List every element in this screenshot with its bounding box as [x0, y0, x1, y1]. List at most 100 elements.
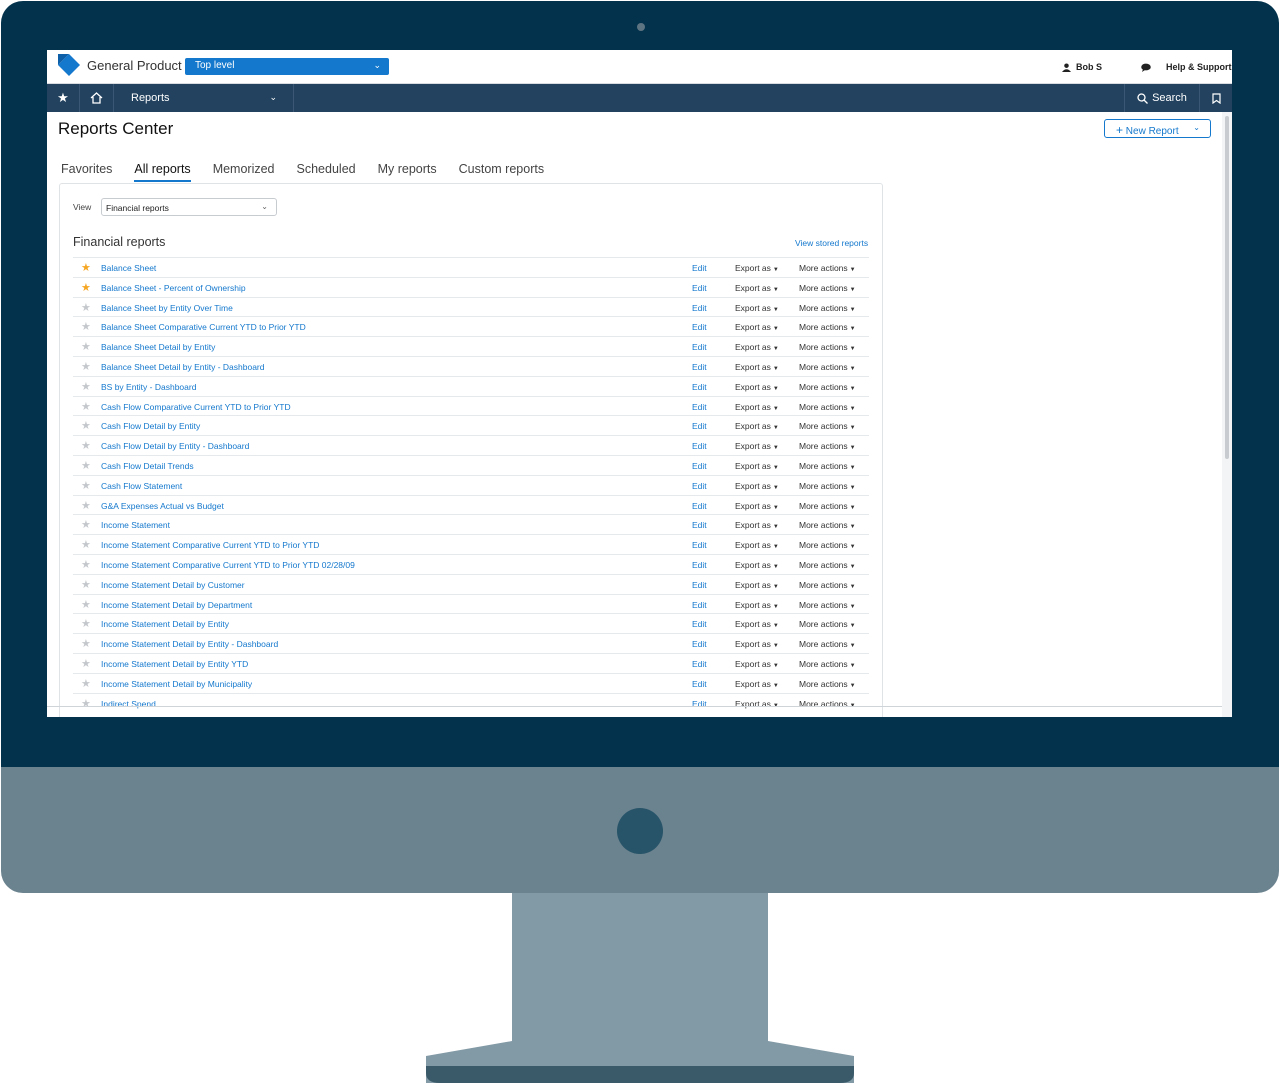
report-name-link[interactable]: Balance Sheet - Percent of Ownership [101, 283, 246, 293]
favorite-star-icon[interactable]: ★ [81, 518, 91, 531]
tab-all-reports[interactable]: All reports [134, 162, 191, 182]
report-name-link[interactable]: Income Statement Detail by Entity YTD [101, 659, 248, 669]
more-actions-menu[interactable]: More actions▼ [799, 461, 856, 471]
more-actions-menu[interactable]: More actions▼ [799, 659, 856, 669]
more-actions-menu[interactable]: More actions▼ [799, 600, 856, 610]
favorite-star-icon[interactable]: ★ [81, 400, 91, 413]
edit-link[interactable]: Edit [692, 679, 707, 689]
export-as-menu[interactable]: Export as▼ [735, 600, 779, 610]
report-name-link[interactable]: Balance Sheet Detail by Entity - Dashboa… [101, 362, 264, 372]
export-as-menu[interactable]: Export as▼ [735, 560, 779, 570]
scrollbar-thumb[interactable] [1225, 116, 1229, 459]
more-actions-menu[interactable]: More actions▼ [799, 619, 856, 629]
edit-link[interactable]: Edit [692, 481, 707, 491]
favorite-star-icon[interactable]: ★ [81, 538, 91, 551]
tab-favorites[interactable]: Favorites [61, 162, 112, 182]
edit-link[interactable]: Edit [692, 699, 707, 709]
edit-link[interactable]: Edit [692, 362, 707, 372]
edit-link[interactable]: Edit [692, 501, 707, 511]
favorite-star-icon[interactable]: ★ [81, 617, 91, 630]
export-as-menu[interactable]: Export as▼ [735, 402, 779, 412]
view-stored-reports-link[interactable]: View stored reports [795, 238, 868, 248]
report-name-link[interactable]: Income Statement [101, 520, 170, 530]
report-name-link[interactable]: BS by Entity - Dashboard [101, 382, 196, 392]
export-as-menu[interactable]: Export as▼ [735, 679, 779, 689]
edit-link[interactable]: Edit [692, 560, 707, 570]
report-name-link[interactable]: Cash Flow Comparative Current YTD to Pri… [101, 402, 291, 412]
favorite-star-icon[interactable]: ★ [81, 459, 91, 472]
more-actions-menu[interactable]: More actions▼ [799, 342, 856, 352]
export-as-menu[interactable]: Export as▼ [735, 441, 779, 451]
edit-link[interactable]: Edit [692, 263, 707, 273]
report-name-link[interactable]: Cash Flow Statement [101, 481, 182, 491]
export-as-menu[interactable]: Export as▼ [735, 619, 779, 629]
export-as-menu[interactable]: Export as▼ [735, 362, 779, 372]
vertical-scrollbar[interactable] [1222, 112, 1232, 717]
edit-link[interactable]: Edit [692, 520, 707, 530]
export-as-menu[interactable]: Export as▼ [735, 283, 779, 293]
more-actions-menu[interactable]: More actions▼ [799, 303, 856, 313]
export-as-menu[interactable]: Export as▼ [735, 580, 779, 590]
favorite-star-icon[interactable]: ★ [81, 360, 91, 373]
favorite-star-icon[interactable]: ★ [81, 301, 91, 314]
favorite-star-icon[interactable]: ★ [81, 697, 91, 710]
edit-link[interactable]: Edit [692, 382, 707, 392]
favorite-star-icon[interactable]: ★ [81, 677, 91, 690]
export-as-menu[interactable]: Export as▼ [735, 322, 779, 332]
tab-custom-reports[interactable]: Custom reports [459, 162, 544, 182]
help-support-link[interactable]: Help & Support [1141, 62, 1232, 72]
tab-my-reports[interactable]: My reports [378, 162, 437, 182]
favorite-star-icon[interactable]: ★ [81, 637, 91, 650]
edit-link[interactable]: Edit [692, 540, 707, 550]
favorites-nav-button[interactable]: ★ [47, 84, 80, 112]
more-actions-menu[interactable]: More actions▼ [799, 481, 856, 491]
favorite-star-icon[interactable]: ★ [81, 380, 91, 393]
report-name-link[interactable]: Income Statement Detail by Municipality [101, 679, 252, 689]
favorite-star-icon[interactable]: ★ [81, 439, 91, 452]
favorite-star-icon[interactable]: ★ [81, 657, 91, 670]
report-name-link[interactable]: Cash Flow Detail by Entity - Dashboard [101, 441, 249, 451]
more-actions-menu[interactable]: More actions▼ [799, 501, 856, 511]
favorite-star-icon[interactable]: ★ [81, 479, 91, 492]
more-actions-menu[interactable]: More actions▼ [799, 421, 856, 431]
more-actions-menu[interactable]: More actions▼ [799, 639, 856, 649]
module-select[interactable]: Reports ⌄ [114, 84, 294, 112]
favorite-star-icon[interactable]: ★ [81, 281, 91, 294]
export-as-menu[interactable]: Export as▼ [735, 540, 779, 550]
favorite-star-icon[interactable]: ★ [81, 261, 91, 274]
tab-memorized[interactable]: Memorized [213, 162, 275, 182]
edit-link[interactable]: Edit [692, 600, 707, 610]
edit-link[interactable]: Edit [692, 619, 707, 629]
more-actions-menu[interactable]: More actions▼ [799, 560, 856, 570]
export-as-menu[interactable]: Export as▼ [735, 699, 779, 709]
report-name-link[interactable]: Balance Sheet [101, 263, 156, 273]
edit-link[interactable]: Edit [692, 342, 707, 352]
report-name-link[interactable]: Balance Sheet Comparative Current YTD to… [101, 322, 306, 332]
favorite-star-icon[interactable]: ★ [81, 340, 91, 353]
report-name-link[interactable]: Income Statement Detail by Entity - Dash… [101, 639, 278, 649]
export-as-menu[interactable]: Export as▼ [735, 421, 779, 431]
edit-link[interactable]: Edit [692, 639, 707, 649]
user-menu[interactable]: Bob S [1062, 62, 1102, 72]
more-actions-menu[interactable]: More actions▼ [799, 402, 856, 412]
report-name-link[interactable]: Cash Flow Detail by Entity [101, 421, 200, 431]
report-name-link[interactable]: Cash Flow Detail Trends [101, 461, 194, 471]
bookmark-button[interactable] [1200, 84, 1232, 112]
favorite-star-icon[interactable]: ★ [81, 598, 91, 611]
more-actions-menu[interactable]: More actions▼ [799, 441, 856, 451]
edit-link[interactable]: Edit [692, 283, 707, 293]
more-actions-menu[interactable]: More actions▼ [799, 382, 856, 392]
export-as-menu[interactable]: Export as▼ [735, 342, 779, 352]
export-as-menu[interactable]: Export as▼ [735, 263, 779, 273]
entity-select[interactable]: Top level ⌄ [185, 58, 389, 75]
export-as-menu[interactable]: Export as▼ [735, 461, 779, 471]
edit-link[interactable]: Edit [692, 303, 707, 313]
edit-link[interactable]: Edit [692, 441, 707, 451]
report-name-link[interactable]: G&A Expenses Actual vs Budget [101, 501, 224, 511]
report-name-link[interactable]: Indirect Spend [101, 699, 156, 709]
export-as-menu[interactable]: Export as▼ [735, 659, 779, 669]
more-actions-menu[interactable]: More actions▼ [799, 520, 856, 530]
report-name-link[interactable]: Income Statement Detail by Department [101, 600, 252, 610]
favorite-star-icon[interactable]: ★ [81, 419, 91, 432]
edit-link[interactable]: Edit [692, 580, 707, 590]
